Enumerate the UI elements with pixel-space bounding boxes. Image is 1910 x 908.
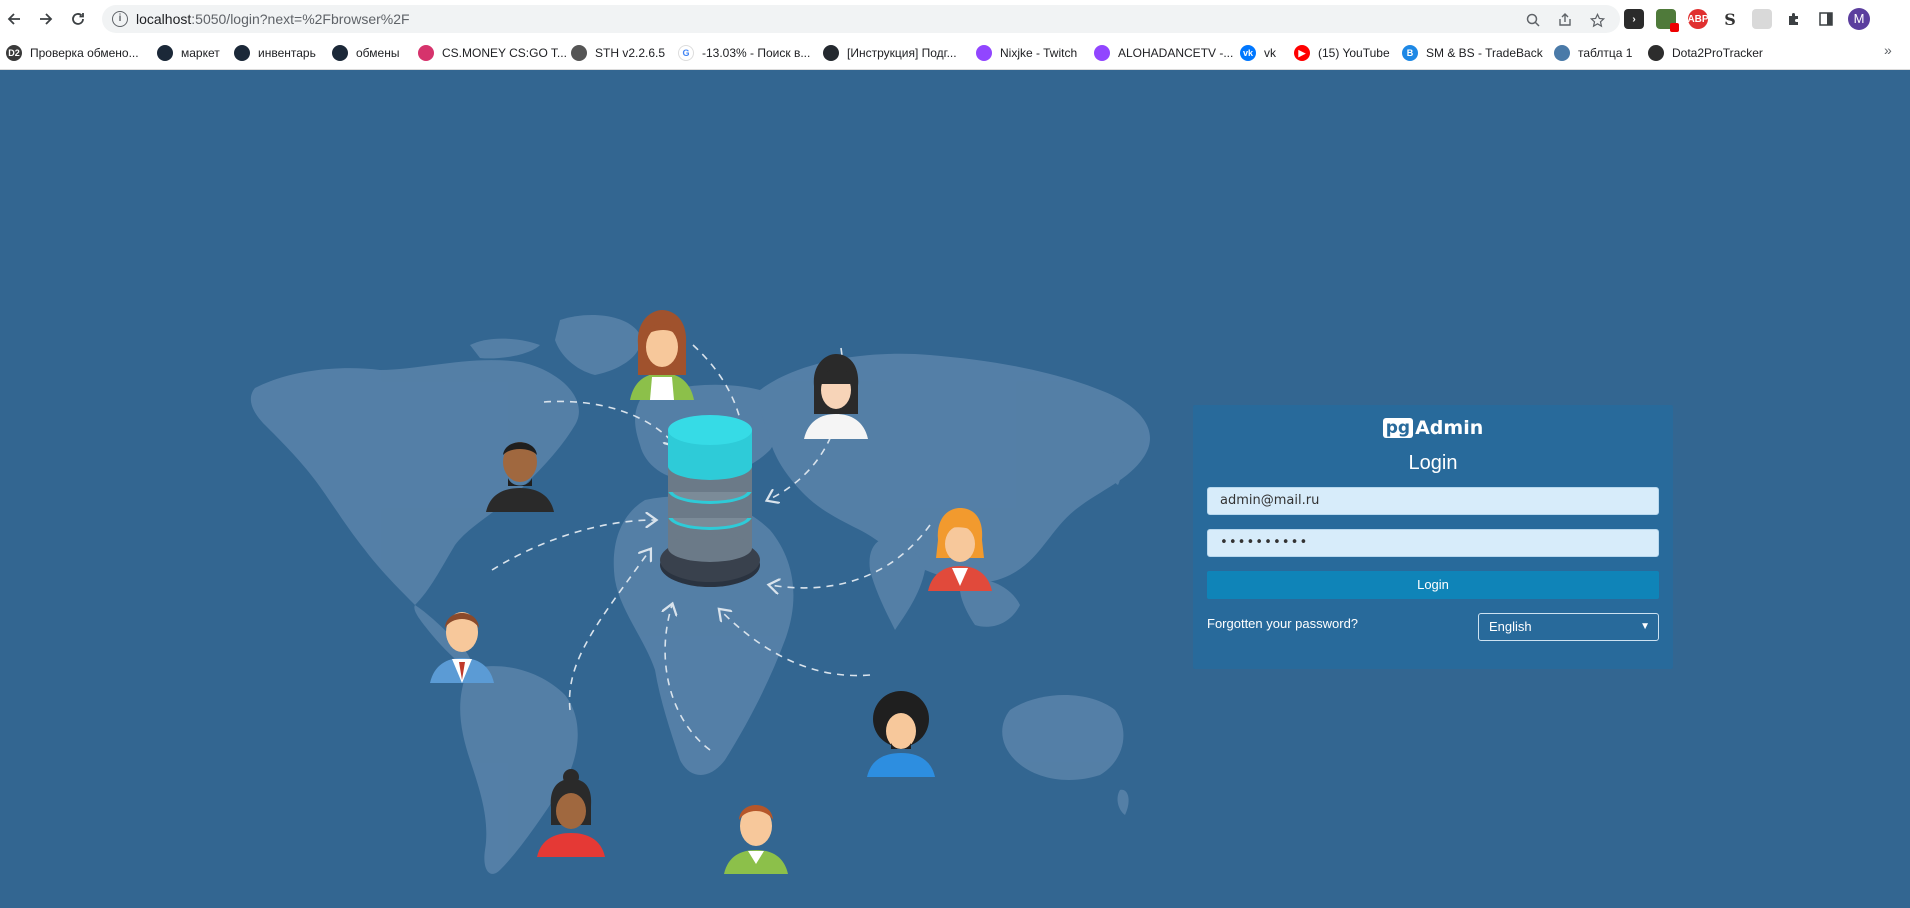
logo-pg: pg (1382, 418, 1414, 438)
site-info-icon[interactable]: i (112, 11, 128, 27)
bookmark-favicon-icon (1094, 45, 1110, 61)
extensions-puzzle-icon[interactable] (1784, 9, 1804, 29)
world-map-icon (250, 315, 1150, 874)
bookmark-label: (15) YouTube (1318, 46, 1390, 60)
browser-toolbar: i localhost:5050/login?next=%2Fbrowser%2… (0, 0, 1910, 38)
bookmark-item[interactable]: маркет (157, 42, 220, 64)
forgot-password-link[interactable]: Forgotten your password? (1207, 616, 1358, 631)
bookmark-item[interactable]: Dota2ProTracker (1648, 42, 1763, 64)
password-field[interactable]: •••••••••• (1207, 529, 1659, 557)
bookmark-favicon-icon (823, 45, 839, 61)
bookmark-item[interactable]: Nixjke - Twitch (976, 42, 1077, 64)
bookmark-favicon-icon: D2 (6, 45, 22, 61)
login-card: pg Admin Login admin@mail.ru •••••••••• L… (1193, 405, 1673, 669)
bookmark-favicon-icon (1554, 45, 1570, 61)
reload-icon (72, 13, 84, 25)
bookmark-item[interactable]: G -13.03% - Поиск в... (678, 42, 810, 64)
bookmarks-bar: D2 Проверка обмено... маркет инвентарь обмен… (0, 38, 1910, 66)
bookmark-favicon-icon (571, 45, 587, 61)
profile-avatar[interactable]: M (1848, 8, 1870, 30)
bookmark-favicon-icon (1648, 45, 1664, 61)
bookmark-favicon-icon (976, 45, 992, 61)
forward-arrow-icon (40, 13, 53, 25)
bookmark-item[interactable]: таблтца 1 (1554, 42, 1632, 64)
adblock-icon[interactable]: ABP (1687, 9, 1709, 29)
pgadmin-login-page: pg Admin Login admin@mail.ru •••••••••• L… (0, 70, 1910, 908)
extension-screen-icon[interactable] (1752, 9, 1772, 29)
language-value: English (1489, 619, 1532, 634)
bookmark-label: vk (1264, 46, 1276, 60)
bookmark-item[interactable]: [Инструкция] Подг... (823, 42, 957, 64)
back-button[interactable] (2, 7, 26, 31)
world-map-illustration (250, 310, 1150, 874)
login-title: Login (1408, 452, 1458, 474)
bookmark-star-icon[interactable] (1588, 11, 1606, 29)
bookmark-label: CS.MONEY CS:GO T... (442, 46, 567, 60)
bookmark-label: STH v2.2.6.5 (595, 46, 666, 60)
bookmark-item[interactable]: CS.MONEY CS:GO T... (418, 42, 567, 64)
bookmark-item[interactable]: инвентарь (234, 42, 316, 64)
bookmark-item[interactable]: STH v2.2.6.5 (571, 42, 665, 64)
bookmark-label: -13.03% - Поиск в... (702, 46, 811, 60)
bookmark-favicon-icon: G (678, 45, 694, 61)
back-arrow-icon (7, 13, 20, 25)
reload-button[interactable] (66, 7, 90, 31)
address-bar[interactable]: i localhost:5050/login?next=%2Fbrowser%2… (102, 5, 1620, 33)
bookmark-label: маркет (181, 46, 220, 60)
url-path: :5050/login?next=%2Fbrowser%2F (191, 11, 410, 27)
email-field[interactable]: admin@mail.ru (1207, 487, 1659, 515)
side-panel-icon[interactable] (1816, 9, 1836, 29)
zoom-icon[interactable] (1524, 11, 1542, 29)
bookmark-favicon-icon: vk (1240, 45, 1256, 61)
bookmark-label: Dota2ProTracker (1672, 46, 1763, 60)
bookmark-label: обмены (356, 46, 400, 60)
bookmark-label: таблтца 1 (1578, 46, 1633, 60)
bookmark-favicon-icon (418, 45, 434, 61)
chevron-down-icon: ▼ (1640, 621, 1650, 632)
database-icon (660, 415, 760, 587)
bookmark-item[interactable]: D2 Проверка обмено... (6, 42, 139, 64)
logo-admin: Admin (1415, 417, 1484, 439)
extension-badge-icon[interactable] (1656, 9, 1679, 32)
bookmark-item[interactable]: ▶ (15) YouTube (1294, 42, 1390, 64)
share-icon[interactable] (1556, 11, 1574, 29)
bookmark-favicon-icon: ▶ (1294, 45, 1310, 61)
bookmark-label: Nixjke - Twitch (1000, 46, 1078, 60)
extension-dark-icon[interactable]: › (1624, 9, 1644, 29)
bookmark-favicon-icon (332, 45, 348, 61)
url-host: localhost (136, 11, 192, 27)
bookmark-label: [Инструкция] Подг... (847, 46, 957, 60)
bookmark-item[interactable]: vk vk (1240, 42, 1276, 64)
bookmark-item[interactable]: ALOHADANCETV -... (1094, 42, 1233, 64)
extension-s-icon[interactable]: S (1720, 9, 1740, 29)
bookmarks-overflow-icon[interactable]: » (1884, 42, 1892, 58)
bookmark-label: Проверка обмено... (30, 46, 139, 60)
bookmark-item[interactable]: обмены (332, 42, 399, 64)
bookmark-favicon-icon (157, 45, 173, 61)
pgadmin-logo: pg Admin (1193, 417, 1673, 439)
url-text[interactable]: localhost:5050/login?next=%2Fbrowser%2F (136, 11, 410, 27)
bookmark-favicon-icon (234, 45, 250, 61)
browser-chrome: i localhost:5050/login?next=%2Fbrowser%2… (0, 0, 1910, 70)
bookmark-label: ALOHADANCETV -... (1118, 46, 1234, 60)
bookmark-favicon-icon: B (1402, 45, 1418, 61)
login-button[interactable]: Login (1207, 571, 1659, 599)
bookmark-label: SM & BS - TradeBack (1426, 46, 1543, 60)
language-select[interactable]: English ▼ (1478, 613, 1659, 641)
forward-button[interactable] (34, 7, 58, 31)
bookmark-item[interactable]: B SM & BS - TradeBack (1402, 42, 1543, 64)
bookmark-label: инвентарь (258, 46, 316, 60)
